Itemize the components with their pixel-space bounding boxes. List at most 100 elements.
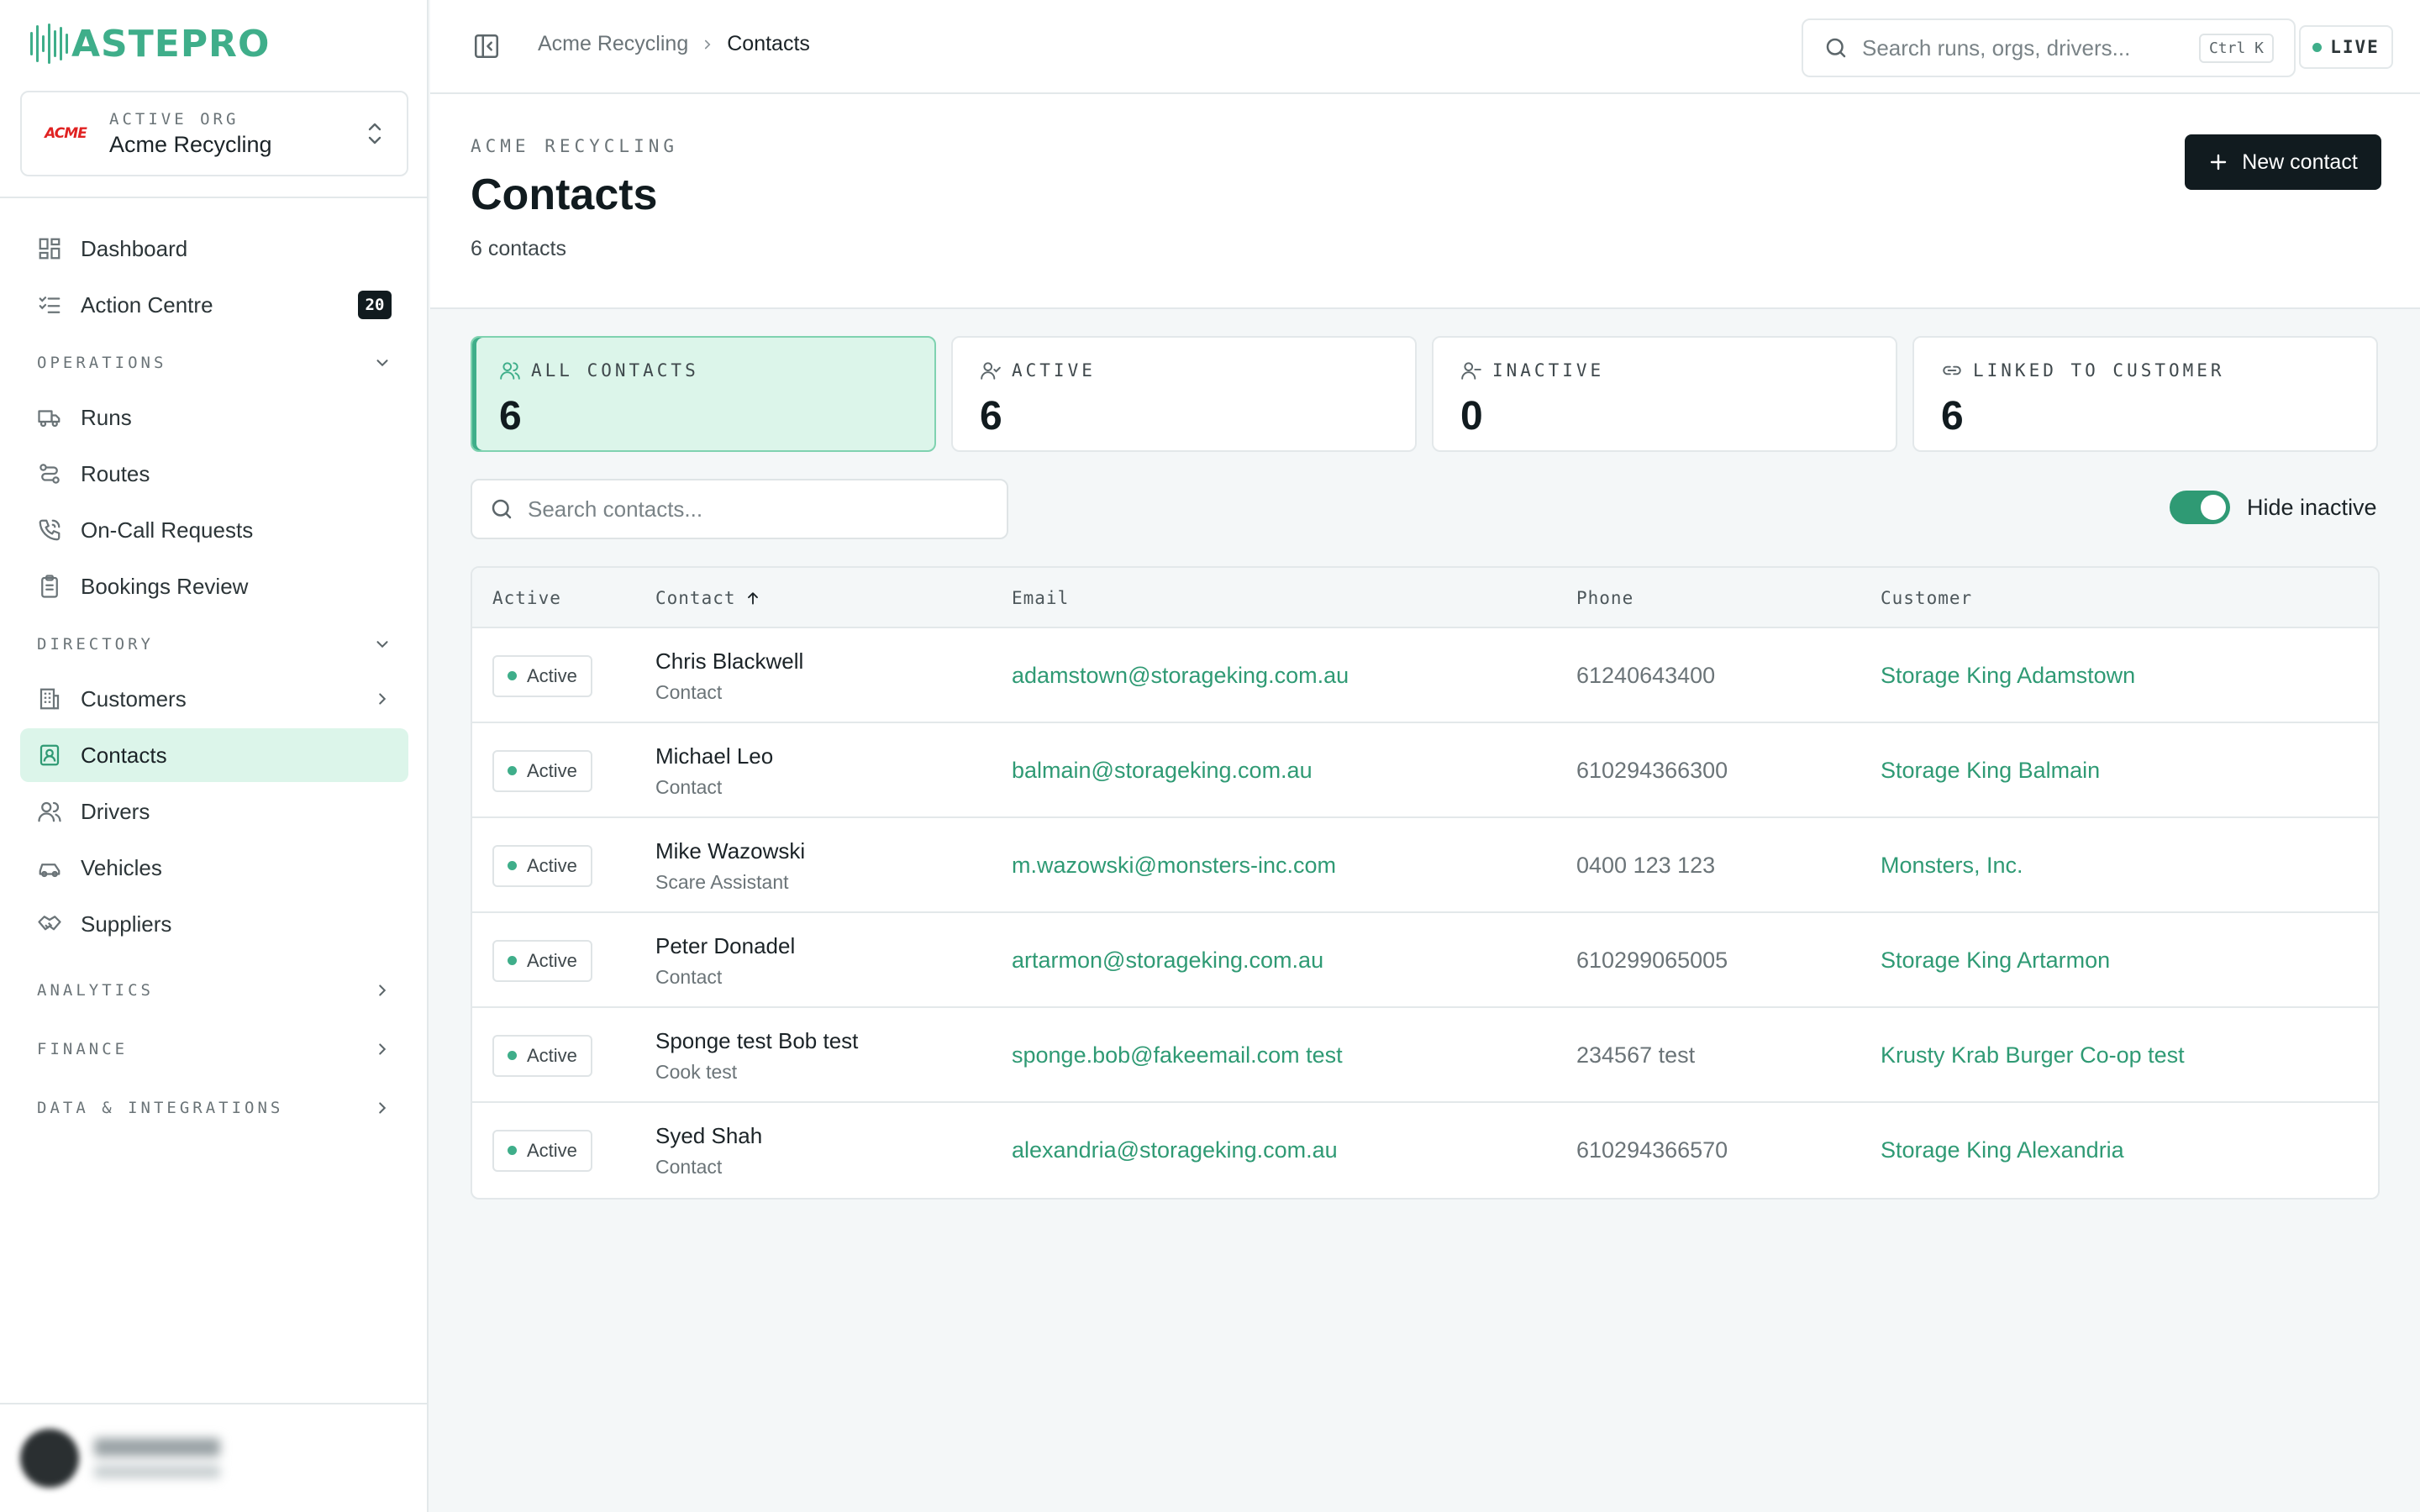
contact-name[interactable]: Syed Shah (655, 1123, 762, 1149)
contact-role: Cook test (655, 1060, 738, 1083)
breadcrumb: Acme Recycling Contacts (538, 32, 810, 56)
table-header: Active Contact Email Phone Customer (472, 568, 2378, 628)
contact-phone: 610294366570 (1576, 1137, 1728, 1163)
org-switcher[interactable]: ACME ACTIVE ORG Acme Recycling (20, 91, 408, 176)
contact-name[interactable]: Chris Blackwell (655, 648, 803, 675)
status-dot-icon (508, 671, 517, 680)
users-icon (37, 799, 62, 824)
customer-link[interactable]: Storage King Artarmon (1881, 948, 2110, 974)
contact-card-icon (37, 743, 62, 768)
column-header-contact[interactable]: Contact (655, 588, 761, 608)
customer-link[interactable]: Monsters, Inc. (1881, 853, 2023, 879)
app-logo[interactable]: ASTEPRO (30, 20, 270, 67)
section-label: DATA & INTEGRATIONS (37, 1099, 284, 1117)
column-header-active[interactable]: Active (492, 588, 561, 608)
link-icon (1943, 365, 1961, 375)
table-row[interactable]: Active Chris Blackwell Contact adamstown@… (472, 628, 2378, 723)
chevrons-up-down-icon (368, 123, 381, 144)
contact-email-link[interactable]: artarmon@storageking.com.au (1012, 948, 1323, 974)
stat-card-inactive[interactable]: INACTIVE 0 (1432, 336, 1897, 452)
contact-email-link[interactable]: sponge.bob@fakeemail.com test (1012, 1042, 1343, 1068)
contact-role: Scare Assistant (655, 870, 789, 893)
column-header-customer[interactable]: Customer (1881, 588, 1972, 608)
hide-inactive-toggle[interactable] (2170, 491, 2230, 524)
customer-link[interactable]: Storage King Balmain (1881, 758, 2100, 784)
new-contact-button[interactable]: New contact (2185, 134, 2381, 190)
table-row[interactable]: Active Sponge test Bob test Cook test spo… (472, 1008, 2378, 1103)
contact-phone: 61240643400 (1576, 663, 1716, 688)
sidebar-item-suppliers[interactable]: Suppliers (20, 897, 408, 951)
breadcrumb-org-link[interactable]: Acme Recycling (538, 32, 688, 56)
search-shortcut-hint: Ctrl K (2198, 33, 2274, 63)
contact-email-link[interactable]: balmain@storageking.com.au (1012, 758, 1313, 784)
table-row[interactable]: Active Peter Donadel Contact artarmon@sto… (472, 913, 2378, 1008)
sidebar-item-routes[interactable]: Routes (20, 447, 408, 501)
chevron-right-icon (379, 1102, 387, 1114)
status-dot-icon (508, 1146, 517, 1155)
sidebar-item-dashboard[interactable]: Dashboard (20, 222, 408, 276)
user-profile[interactable] (0, 1403, 429, 1512)
search-icon (492, 499, 512, 519)
chevron-right-icon[interactable] (373, 690, 392, 708)
users-icon (500, 362, 520, 380)
global-search-placeholder: Search runs, orgs, drivers... (1862, 34, 2131, 60)
contact-name[interactable]: Michael Leo (655, 743, 773, 769)
sidebar-item-vehicles[interactable]: Vehicles (20, 841, 408, 895)
customer-link[interactable]: Storage King Adamstown (1881, 663, 2135, 689)
sidebar-item-contacts[interactable]: Contacts (20, 728, 408, 782)
status-label: Active (527, 854, 577, 876)
dashboard-icon (37, 236, 62, 261)
chevron-right-icon (379, 984, 387, 996)
sidebar-item-label: Routes (81, 460, 150, 486)
table-row[interactable]: Active Mike Wazowski Scare Assistant m.wa… (472, 818, 2378, 913)
sidebar-divider (0, 197, 429, 198)
contact-email-link[interactable]: alexandria@storageking.com.au (1012, 1137, 1338, 1163)
contact-phone: 0400 123 123 (1576, 853, 1716, 878)
sidebar-item-runs[interactable]: Runs (20, 391, 408, 444)
section-analytics[interactable]: ANALYTICS (20, 963, 408, 1018)
status-dot-icon (508, 956, 517, 965)
org-logo-text: ACME (45, 125, 87, 142)
section-directory[interactable]: DIRECTORY (20, 617, 408, 672)
building-icon (37, 686, 62, 711)
stat-label: INACTIVE (1492, 360, 1605, 381)
section-finance[interactable]: FINANCE (20, 1021, 408, 1077)
section-data-integrations[interactable]: DATA & INTEGRATIONS (20, 1080, 408, 1136)
page-subtitle: 6 contacts (471, 237, 566, 260)
stat-card-all-contacts[interactable]: ALL CONTACTS 6 (471, 336, 936, 452)
sidebar-item-label: Customers (81, 685, 187, 711)
column-header-phone[interactable]: Phone (1576, 588, 1634, 608)
hide-inactive-control: Hide inactive (2170, 491, 2377, 524)
stat-card-linked-to-customer[interactable]: LINKED TO CUSTOMER 6 (1912, 336, 2378, 452)
customer-link[interactable]: Storage King Alexandria (1881, 1137, 2124, 1163)
org-label: ACTIVE ORG (109, 109, 239, 129)
sidebar-item-drivers[interactable]: Drivers (20, 785, 408, 838)
sidebar-item-label: Suppliers (81, 911, 172, 937)
contact-email-link[interactable]: adamstown@storageking.com.au (1012, 663, 1349, 689)
status-dot-icon (508, 766, 517, 775)
contact-role: Contact (655, 680, 723, 703)
sidebar-item-action-centre[interactable]: Action Centre 20 (20, 278, 408, 332)
table-row[interactable]: Active Michael Leo Contact balmain@storag… (472, 723, 2378, 818)
sidebar-item-customers[interactable]: Customers (20, 672, 408, 726)
customer-link[interactable]: Krusty Krab Burger Co-op test (1881, 1042, 2185, 1068)
table-row[interactable]: Active Syed Shah Contact alexandria@stora… (472, 1103, 2378, 1198)
sidebar-item-on-call-requests[interactable]: On-Call Requests (20, 503, 408, 557)
contact-name[interactable]: Sponge test Bob test (655, 1028, 858, 1054)
status-badge: Active (492, 1034, 592, 1077)
section-operations[interactable]: OPERATIONS (20, 335, 408, 391)
section-label: ANALYTICS (37, 981, 154, 1000)
sidebar-item-bookings-review[interactable]: Bookings Review (20, 559, 408, 613)
section-label: DIRECTORY (37, 635, 154, 654)
global-search-input[interactable]: Search runs, orgs, drivers... Ctrl K (1802, 18, 2296, 77)
contact-search-input[interactable]: Search contacts... (471, 479, 1008, 539)
sidebar-item-label: Action Centre (81, 291, 213, 318)
column-header-email[interactable]: Email (1012, 588, 1069, 608)
stat-card-active[interactable]: ACTIVE 6 (951, 336, 1417, 452)
contact-name[interactable]: Mike Wazowski (655, 838, 805, 864)
contact-email-link[interactable]: m.wazowski@monsters-inc.com (1012, 853, 1336, 879)
status-badge: Active (492, 654, 592, 697)
contact-name[interactable]: Peter Donadel (655, 933, 795, 959)
live-status-badge[interactable]: LIVE (2299, 25, 2393, 69)
sidebar-toggle-icon[interactable] (472, 32, 501, 60)
